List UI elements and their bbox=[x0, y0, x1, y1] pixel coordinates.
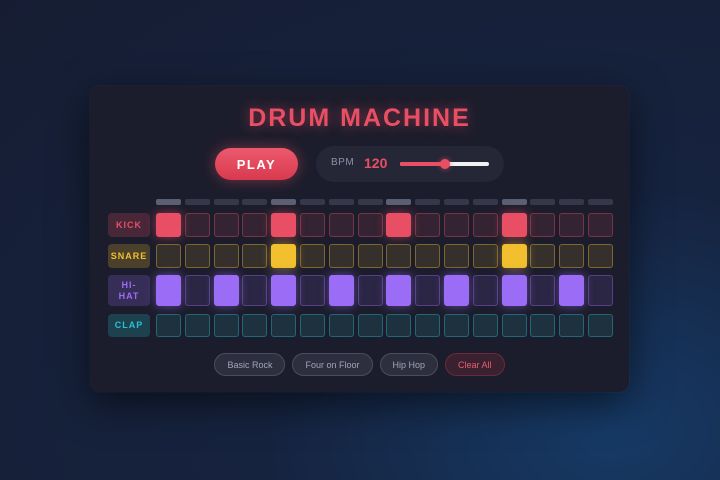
step-pad[interactable] bbox=[415, 213, 441, 237]
preset-clear-all-button[interactable]: Clear All bbox=[445, 353, 505, 376]
step-pad[interactable] bbox=[588, 213, 613, 237]
step-pad[interactable] bbox=[530, 213, 556, 237]
step-pad[interactable] bbox=[357, 275, 383, 306]
step-pad[interactable] bbox=[386, 314, 412, 337]
drum-machine-panel: DRUM MACHINE PLAY BPM 120 KICK SNARE HI- H… bbox=[90, 86, 629, 392]
step-indicator bbox=[328, 199, 354, 205]
step-pad[interactable] bbox=[300, 213, 325, 237]
step-pad[interactable] bbox=[559, 213, 585, 237]
bpm-control: BPM 120 bbox=[316, 146, 504, 182]
step-indicator bbox=[300, 199, 325, 205]
step-pad[interactable] bbox=[242, 275, 268, 306]
step-pad[interactable] bbox=[357, 213, 383, 237]
step-pad[interactable] bbox=[501, 314, 527, 337]
bpm-slider[interactable] bbox=[400, 159, 489, 169]
step-pad[interactable] bbox=[472, 314, 498, 337]
step-pad[interactable] bbox=[530, 314, 556, 337]
step-pad-active[interactable] bbox=[156, 213, 181, 237]
step-indicator bbox=[415, 199, 441, 205]
preset-bar: Basic Rock Four on Floor Hip Hop Clear All bbox=[90, 353, 629, 376]
step-pad-active[interactable] bbox=[501, 275, 527, 306]
track-label[interactable]: HI- HAT bbox=[108, 275, 150, 306]
bpm-value: 120 bbox=[364, 155, 388, 171]
step-pad[interactable] bbox=[588, 275, 613, 306]
step-pad[interactable] bbox=[444, 314, 469, 337]
step-pad-active[interactable] bbox=[271, 275, 297, 306]
step-pad[interactable] bbox=[213, 314, 239, 337]
step-pad[interactable] bbox=[213, 244, 239, 268]
step-pad[interactable] bbox=[444, 244, 469, 268]
preset-hip-hop-button[interactable]: Hip Hop bbox=[379, 353, 439, 376]
step-pad[interactable] bbox=[415, 244, 441, 268]
step-pad[interactable] bbox=[530, 275, 556, 306]
step-pad-active[interactable] bbox=[271, 213, 297, 237]
step-indicator bbox=[386, 199, 412, 205]
app-title: DRUM MACHINE bbox=[248, 104, 471, 132]
step-pad[interactable] bbox=[213, 213, 239, 237]
step-pad[interactable] bbox=[184, 244, 210, 268]
step-pad-active[interactable] bbox=[444, 275, 469, 306]
step-pad[interactable] bbox=[559, 314, 585, 337]
step-pad[interactable] bbox=[328, 244, 354, 268]
step-pad[interactable] bbox=[588, 314, 613, 337]
step-pad[interactable] bbox=[242, 314, 268, 337]
step-indicator bbox=[530, 199, 556, 205]
step-pad[interactable] bbox=[300, 275, 325, 306]
step-pad[interactable] bbox=[559, 244, 585, 268]
step-pad-active[interactable] bbox=[501, 213, 527, 237]
step-pad[interactable] bbox=[472, 275, 498, 306]
step-indicator bbox=[357, 199, 383, 205]
step-pad[interactable] bbox=[415, 314, 441, 337]
track-label[interactable]: CLAP bbox=[108, 314, 150, 337]
step-pad[interactable] bbox=[530, 244, 556, 268]
step-pad-active[interactable] bbox=[559, 275, 585, 306]
step-pad[interactable] bbox=[184, 275, 210, 306]
step-pad[interactable] bbox=[357, 314, 383, 337]
track-label[interactable]: SNARE bbox=[108, 244, 150, 268]
step-pad[interactable] bbox=[242, 213, 268, 237]
step-pad[interactable] bbox=[184, 314, 210, 337]
track-label[interactable]: KICK bbox=[108, 213, 150, 237]
step-pad[interactable] bbox=[300, 314, 325, 337]
step-indicator bbox=[271, 199, 297, 205]
step-indicator bbox=[501, 199, 527, 205]
step-indicator bbox=[472, 199, 498, 205]
step-indicator bbox=[242, 199, 268, 205]
step-pad-active[interactable] bbox=[271, 244, 297, 268]
step-indicator bbox=[588, 199, 613, 205]
step-pad[interactable] bbox=[328, 213, 354, 237]
step-pad[interactable] bbox=[328, 314, 354, 337]
step-pad[interactable] bbox=[357, 244, 383, 268]
step-indicator bbox=[444, 199, 469, 205]
preset-four-on-floor-button[interactable]: Four on Floor bbox=[292, 353, 373, 376]
play-button[interactable]: PLAY bbox=[215, 148, 298, 180]
step-pad[interactable] bbox=[184, 213, 210, 237]
step-pad-active[interactable] bbox=[501, 244, 527, 268]
step-pad[interactable] bbox=[156, 314, 181, 337]
step-pad[interactable] bbox=[444, 213, 469, 237]
bpm-slider-thumb[interactable] bbox=[439, 159, 450, 169]
step-indicator bbox=[213, 199, 239, 205]
preset-basic-rock-button[interactable]: Basic Rock bbox=[214, 353, 286, 376]
step-pad-active[interactable] bbox=[156, 275, 181, 306]
step-indicator bbox=[559, 199, 585, 205]
step-pad[interactable] bbox=[588, 244, 613, 268]
step-pad[interactable] bbox=[415, 275, 441, 306]
step-pad-active[interactable] bbox=[386, 275, 412, 306]
step-pad[interactable] bbox=[271, 314, 297, 337]
step-pad[interactable] bbox=[386, 244, 412, 268]
step-pad-active[interactable] bbox=[328, 275, 354, 306]
step-pad-active[interactable] bbox=[386, 213, 412, 237]
step-pad-active[interactable] bbox=[213, 275, 239, 306]
step-pad[interactable] bbox=[156, 244, 181, 268]
step-pad[interactable] bbox=[300, 244, 325, 268]
step-indicator bbox=[156, 199, 181, 205]
step-indicator bbox=[184, 199, 210, 205]
bpm-slider-fill bbox=[400, 162, 445, 166]
step-pad[interactable] bbox=[242, 244, 268, 268]
step-pad[interactable] bbox=[472, 213, 498, 237]
step-pad[interactable] bbox=[472, 244, 498, 268]
bpm-label: BPM bbox=[331, 157, 355, 168]
